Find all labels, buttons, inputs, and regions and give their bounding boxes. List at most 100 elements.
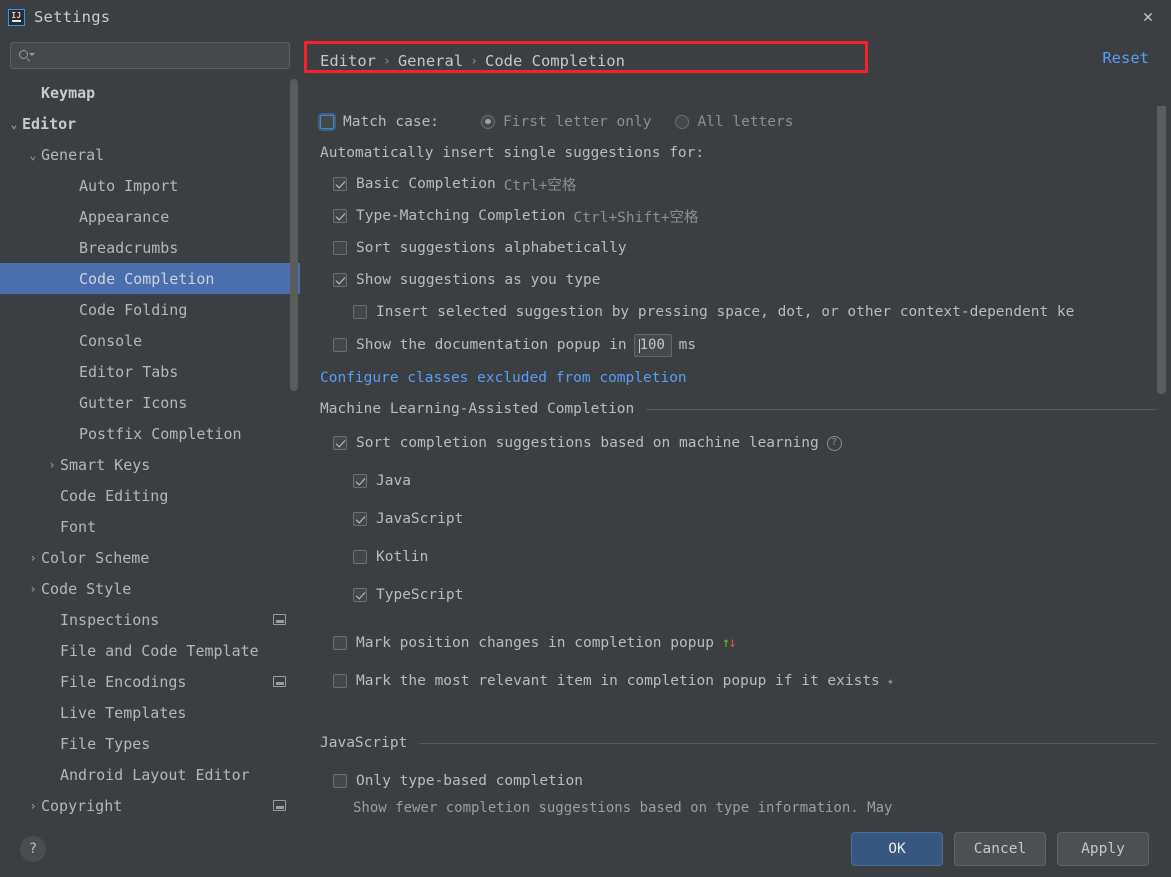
sidebar-item-font[interactable]: Font [0, 511, 300, 542]
insert-selected-suggestion-checkbox[interactable] [353, 305, 367, 319]
sidebar-item-label: Keymap [41, 84, 95, 102]
show-suggestions-as-you-type-checkbox[interactable] [333, 273, 347, 287]
sidebar-item-label: General [41, 146, 104, 164]
insert-selected-suggestion-row: Insert selected suggestion by pressing s… [300, 296, 1171, 328]
sidebar-item-keymap[interactable]: Keymap [0, 77, 300, 108]
sidebar-item-breadcrumbs[interactable]: Breadcrumbs [0, 232, 300, 263]
star-icon: ✦ [887, 674, 894, 688]
cancel-button[interactable]: Cancel [954, 832, 1046, 866]
project-scope-badge-icon [273, 676, 286, 687]
sidebar-item-code-editing[interactable]: Code Editing [0, 480, 300, 511]
match-case-checkbox[interactable] [320, 115, 334, 129]
chevron-right-icon[interactable]: › [25, 552, 41, 564]
only-type-based-note-line1: Show fewer completion suggestions based … [300, 797, 1171, 819]
sidebar-scrollbar-thumb[interactable] [290, 79, 298, 391]
sidebar-item-label: Postfix Completion [79, 425, 242, 443]
ml-language-java-checkbox[interactable] [353, 474, 367, 488]
type-matching-completion-checkbox[interactable] [333, 209, 347, 223]
ml-sort-row: Sort completion suggestions based on mac… [300, 424, 1171, 462]
sidebar-item-label: Editor Tabs [79, 363, 178, 381]
show-suggestions-as-you-type-row: Show suggestions as you type [300, 264, 1171, 296]
match-case-row: Match case: First letter only All letter… [300, 106, 1171, 137]
sidebar-item-file-and-code-template[interactable]: File and Code Template [0, 635, 300, 666]
intellij-idea-logo-icon: IJ [8, 9, 25, 26]
sidebar-item-editor[interactable]: ⌄Editor [0, 108, 300, 139]
sidebar-item-editor-tabs[interactable]: Editor Tabs [0, 356, 300, 387]
sidebar-item-file-types[interactable]: File Types [0, 728, 300, 759]
ml-language-typescript-checkbox[interactable] [353, 588, 367, 602]
show-suggestions-as-you-type-label: Show suggestions as you type [356, 272, 600, 288]
sidebar-item-label: Copyright [41, 797, 122, 815]
apply-button[interactable]: Apply [1057, 832, 1149, 866]
sidebar-item-code-folding[interactable]: Code Folding [0, 294, 300, 325]
sidebar-item-gutter-icons[interactable]: Gutter Icons [0, 387, 300, 418]
sidebar-item-inspections[interactable]: Inspections [0, 604, 300, 635]
breadcrumb: Editor › General › Code Completion [300, 34, 1171, 74]
ml-language-kotlin-checkbox[interactable] [353, 550, 367, 564]
sidebar-item-code-completion[interactable]: Code Completion [0, 263, 300, 294]
configure-excluded-classes-link[interactable]: Configure classes excluded from completi… [320, 370, 687, 386]
ml-sort-checkbox[interactable] [333, 436, 347, 450]
sidebar-item-code-style[interactable]: ›Code Style [0, 573, 300, 604]
sidebar-item-label: Auto Import [79, 177, 178, 195]
search-input[interactable] [34, 48, 282, 64]
ml-language-java-label: Java [376, 473, 411, 489]
documentation-popup-label: Show the documentation popup in [356, 337, 627, 353]
sidebar-item-color-scheme[interactable]: ›Color Scheme [0, 542, 300, 573]
ok-button[interactable]: OK [851, 832, 943, 866]
sidebar-item-label: Code Completion [79, 270, 214, 288]
chevron-down-icon[interactable]: ⌄ [6, 118, 22, 130]
settings-dialog: IJ Settings ✕ Keymap⌄Editor⌄GeneralAuto … [0, 0, 1171, 877]
sidebar-item-label: Live Templates [60, 704, 186, 722]
sidebar-item-label: Code Editing [60, 487, 168, 505]
sidebar-item-label: Console [79, 332, 142, 350]
sort-alphabetically-checkbox[interactable] [333, 241, 347, 255]
mark-position-changes-checkbox[interactable] [333, 636, 347, 650]
sidebar-item-android-layout-editor[interactable]: Android Layout Editor [0, 759, 300, 790]
chevron-right-icon[interactable]: › [25, 800, 41, 812]
breadcrumb-item-code-completion: Code Completion [485, 52, 625, 70]
first-letter-only-radio[interactable] [481, 115, 495, 129]
help-icon[interactable]: ? [827, 436, 842, 451]
sidebar-item-label: Code Style [41, 580, 131, 598]
sidebar-item-auto-import[interactable]: Auto Import [0, 170, 300, 201]
sidebar-item-appearance[interactable]: Appearance [0, 201, 300, 232]
javascript-section-header: JavaScript [300, 728, 1171, 758]
sidebar-item-general[interactable]: ⌄General [0, 139, 300, 170]
close-icon[interactable]: ✕ [1137, 6, 1159, 28]
sidebar-item-live-templates[interactable]: Live Templates [0, 697, 300, 728]
sidebar-item-copyright[interactable]: ›Copyright [0, 790, 300, 821]
chevron-right-icon[interactable]: › [44, 459, 60, 471]
basic-completion-checkbox[interactable] [333, 177, 347, 191]
sidebar-item-postfix-completion[interactable]: Postfix Completion [0, 418, 300, 449]
basic-completion-row: Basic Completion Ctrl+空格 [300, 168, 1171, 200]
chevron-down-icon[interactable]: ⌄ [25, 149, 41, 161]
settings-tree[interactable]: Keymap⌄Editor⌄GeneralAuto ImportAppearan… [0, 75, 300, 821]
sidebar-item-smart-keys[interactable]: ›Smart Keys [0, 449, 300, 480]
ml-language-javascript-checkbox[interactable] [353, 512, 367, 526]
settings-scroll-area: Match case: First letter only All letter… [300, 106, 1171, 821]
search-box[interactable] [10, 42, 290, 69]
sidebar-item-label: File Types [60, 735, 150, 753]
documentation-popup-checkbox[interactable] [333, 338, 347, 352]
reset-link[interactable]: Reset [1102, 49, 1149, 67]
content-vertical-scrollbar-thumb[interactable] [1157, 106, 1166, 394]
ml-language-javascript-row: JavaScript [300, 500, 1171, 538]
only-type-based-completion-label: Only type-based completion [356, 773, 583, 789]
help-button[interactable]: ? [20, 836, 46, 862]
ml-language-kotlin-row: Kotlin [300, 538, 1171, 576]
documentation-popup-delay-input[interactable]: 100 [634, 334, 672, 357]
sidebar-item-label: Gutter Icons [79, 394, 187, 412]
sidebar-item-label: File Encodings [60, 673, 186, 691]
ml-section-header: Machine Learning-Assisted Completion [300, 394, 1171, 424]
all-letters-radio[interactable] [675, 115, 689, 129]
breadcrumb-item-editor[interactable]: Editor [320, 52, 376, 70]
mark-most-relevant-checkbox[interactable] [333, 674, 347, 688]
search-wrapper [0, 34, 300, 75]
auto-insert-header: Automatically insert single suggestions … [320, 145, 704, 161]
chevron-right-icon[interactable]: › [25, 583, 41, 595]
only-type-based-completion-checkbox[interactable] [333, 774, 347, 788]
sidebar-item-console[interactable]: Console [0, 325, 300, 356]
breadcrumb-item-general[interactable]: General [398, 52, 463, 70]
sidebar-item-file-encodings[interactable]: File Encodings [0, 666, 300, 697]
